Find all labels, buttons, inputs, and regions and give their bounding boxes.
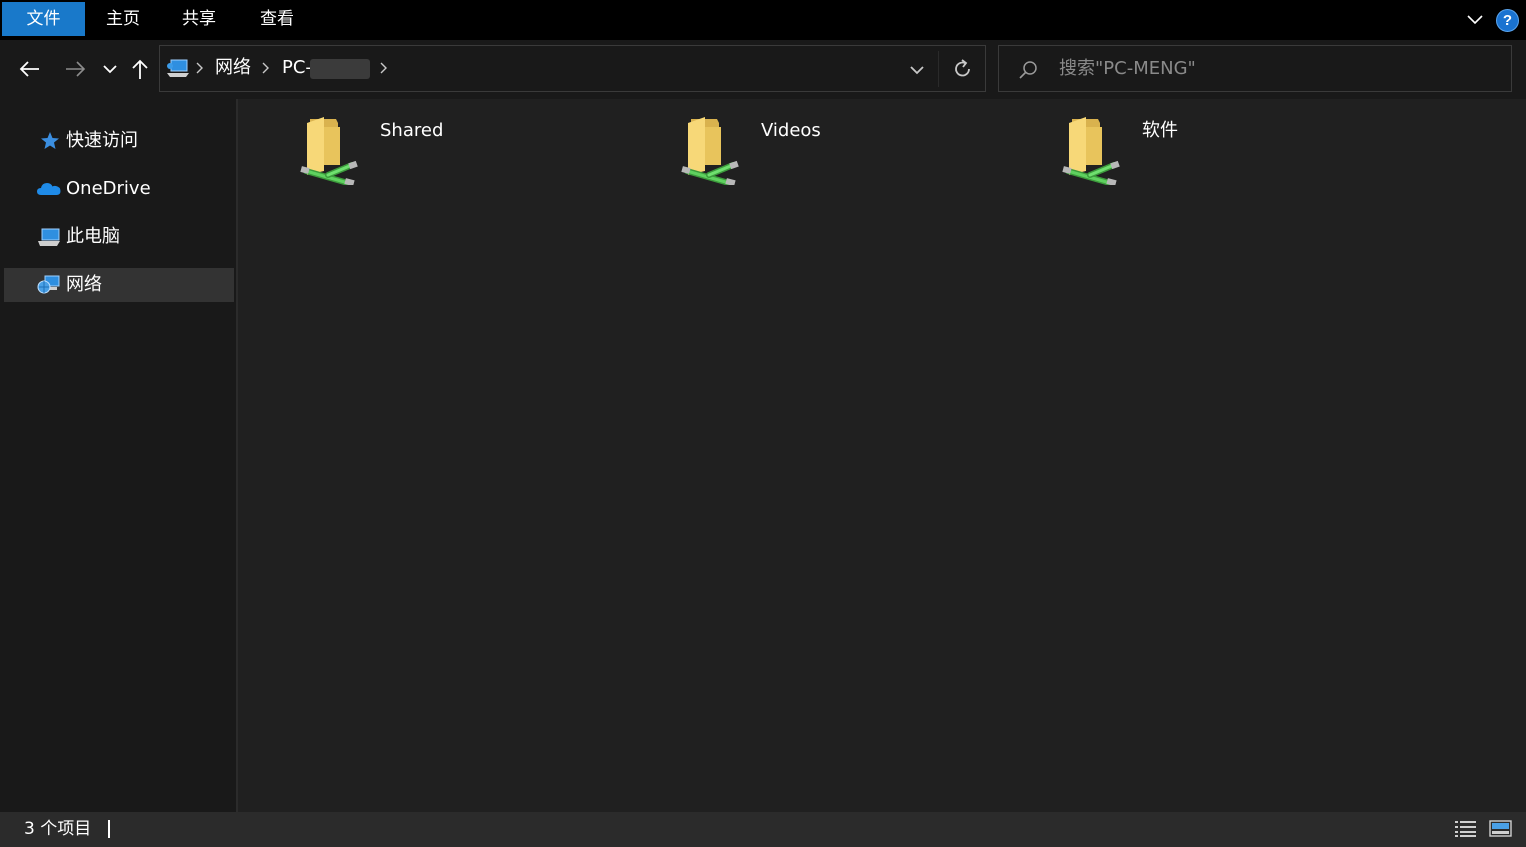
back-arrow-icon[interactable] (17, 56, 43, 82)
shared-folder-icon (679, 113, 739, 187)
recent-locations-chevron-icon[interactable] (100, 56, 120, 82)
sidebar-item-network[interactable]: 网络 (4, 268, 234, 302)
address-bar[interactable]: 网络 PC- (159, 45, 986, 92)
sidebar-item-label: OneDrive (66, 178, 151, 199)
sidebar-item-label: 快速访问 (66, 130, 138, 151)
breadcrumb-network[interactable]: 网络 (215, 56, 251, 80)
tab-home[interactable]: 主页 (92, 2, 154, 36)
address-history-dropdown-icon[interactable] (906, 59, 928, 81)
shared-folder-icon (1060, 113, 1120, 187)
breadcrumb-separator-icon (194, 60, 206, 76)
ribbon-bar: 文件 主页 共享 查看 ? (0, 0, 1526, 40)
item-name: Shared (380, 120, 444, 141)
large-icons-view-icon[interactable] (1489, 819, 1513, 839)
status-divider (108, 820, 110, 838)
search-input[interactable]: 搜索"PC-MENG" (1059, 57, 1196, 81)
sidebar-item-label: 此电脑 (66, 226, 120, 247)
list-item[interactable]: Videos (619, 111, 979, 187)
tab-view[interactable]: 查看 (246, 2, 308, 36)
item-count: 3 个项目 (24, 819, 92, 839)
sidebar-item-this-pc[interactable]: 此电脑 (4, 220, 234, 254)
star-icon (36, 130, 62, 152)
address-divider (938, 51, 939, 87)
network-icon (36, 274, 62, 296)
network-computer-icon (165, 58, 191, 84)
breadcrumb-pc[interactable]: PC- (282, 56, 312, 80)
forward-arrow-icon[interactable] (62, 56, 88, 82)
search-icon (1017, 59, 1039, 85)
navigation-row: 网络 PC- 搜索"PC-MENG" (0, 40, 1526, 99)
breadcrumb-separator-icon (260, 60, 272, 76)
search-box[interactable]: 搜索"PC-MENG" (998, 45, 1512, 92)
file-list: Shared Videos 软件 (238, 99, 1526, 812)
redacted-pc-name (310, 59, 370, 79)
details-view-icon[interactable] (1454, 819, 1478, 839)
status-bar: 3 个项目 (0, 812, 1526, 847)
sidebar-item-onedrive[interactable]: OneDrive (4, 172, 234, 206)
tab-share[interactable]: 共享 (168, 2, 230, 36)
computer-icon (36, 226, 62, 248)
list-item[interactable]: 软件 (1000, 111, 1360, 187)
sidebar-item-label: 网络 (66, 274, 102, 295)
refresh-icon[interactable] (952, 57, 974, 81)
expand-ribbon-chevron-icon[interactable] (1465, 10, 1485, 30)
up-arrow-icon[interactable] (127, 56, 153, 82)
breadcrumb-separator-icon[interactable] (378, 60, 390, 76)
item-name: Videos (761, 120, 821, 141)
help-button[interactable]: ? (1496, 9, 1519, 32)
tab-file[interactable]: 文件 (2, 2, 85, 36)
navigation-pane: 快速访问 OneDrive 此电脑 网络 (0, 99, 236, 812)
list-item[interactable]: Shared (238, 111, 598, 187)
item-name: 软件 (1142, 120, 1178, 141)
sidebar-item-quick-access[interactable]: 快速访问 (4, 124, 234, 158)
cloud-icon (36, 178, 62, 200)
shared-folder-icon (298, 113, 358, 187)
